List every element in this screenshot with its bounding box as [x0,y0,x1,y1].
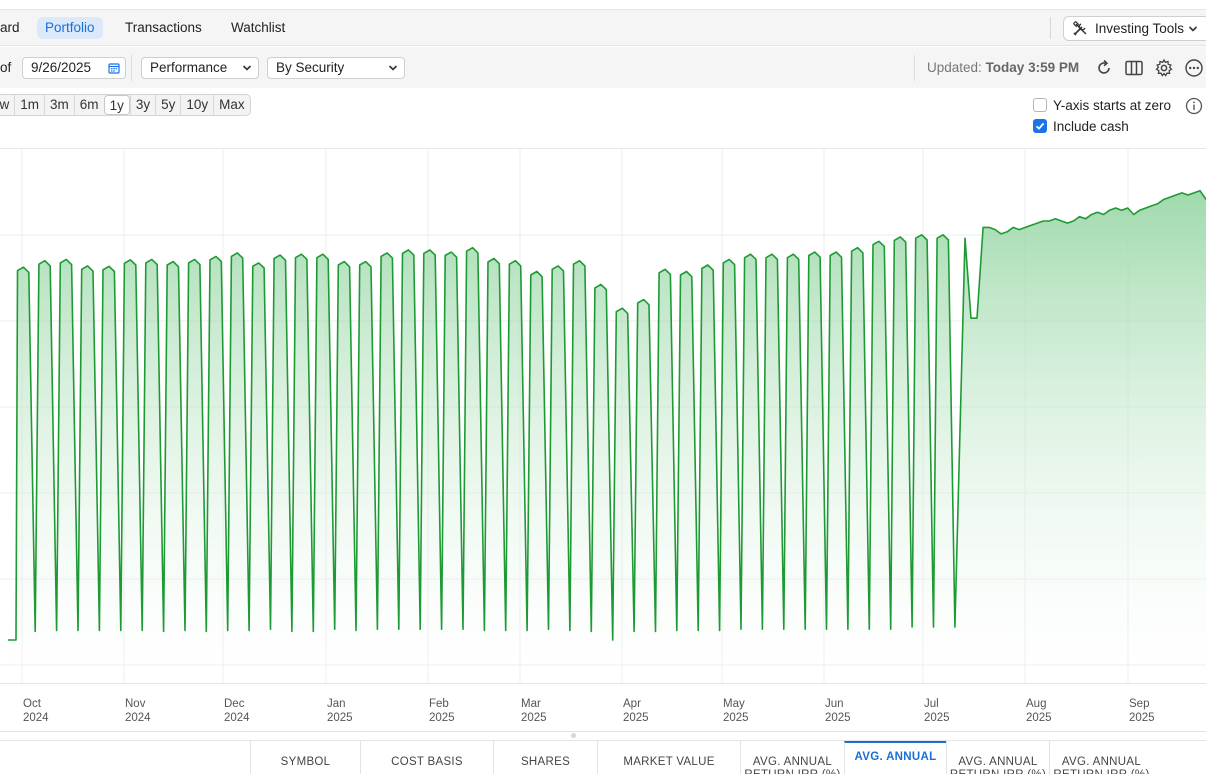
investing-tools-label: Investing Tools [1095,21,1185,36]
tab-portfolio[interactable]: Portfolio [37,17,103,39]
x-tick-year: 2024 [23,712,49,724]
x-tick-year: 2025 [1129,712,1155,724]
column-header[interactable]: MARKET VALUE [597,741,740,774]
holdings-table-header: SYMBOL COST BASIS SHARES MARKET VALUE AVG. A… [0,740,1206,774]
date-value: 9/26/2025 [31,60,92,75]
x-tick-label: Dec [224,698,245,710]
column-header[interactable]: SHARES [493,741,597,774]
series-area [8,190,1206,683]
x-tick-year: 2024 [224,712,250,724]
view-select-value: Performance [150,60,228,75]
x-tick-label: Oct [23,698,42,710]
x-tick-year: 2025 [825,712,851,724]
column-header[interactable]: COST BASIS [360,741,493,774]
toolbar: of 9/26/2025 Performance By Security Upd… [0,47,1206,88]
column-header[interactable]: AVG. ANNUAL RETURN IRR (%) [1049,741,1153,774]
x-tick-label: Apr [623,698,641,710]
range-10y[interactable]: 10y [180,95,213,115]
x-tick-year: 2025 [327,712,353,724]
include-cash-checkbox[interactable] [1033,119,1047,133]
gear-icon[interactable] [1154,58,1174,78]
x-tick-year: 2025 [924,712,950,724]
x-tick-label: May [723,698,745,710]
tab-transactions[interactable]: Transactions [117,17,210,39]
as-of-label: of [0,60,12,75]
tab-watchlist[interactable]: Watchlist [223,17,293,39]
range-3m[interactable]: 3m [44,95,74,115]
refresh-icon[interactable] [1094,58,1114,78]
columns-icon[interactable] [1124,58,1144,78]
column-header[interactable]: AVG. ANNUAL RETURN IRR (%) [740,741,844,774]
updated-status: Updated: Today 3:59 PM [927,60,1079,75]
range-Max[interactable]: Max [213,95,250,115]
toolbar-separator [131,55,132,81]
split-divider [0,731,1206,732]
range-6m[interactable]: 6m [73,95,104,115]
investing-tools-button[interactable]: Investing Tools [1063,16,1206,41]
updated-label: Updated: [927,60,982,75]
tools-icon [1073,20,1087,36]
resize-handle[interactable] [571,733,576,738]
x-tick-year: 2025 [623,712,649,724]
range-3y[interactable]: 3y [129,95,155,115]
x-tick-label: Jan [327,698,346,710]
checkmark-icon [1035,122,1045,130]
group-select-value: By Security [276,60,345,75]
range-1m[interactable]: 1m [14,95,44,115]
column-header[interactable]: SYMBOL [250,741,360,774]
x-tick-year: 2025 [723,712,749,724]
x-tick-label: Nov [125,698,146,710]
x-tick-year: 2024 [125,712,151,724]
group-select[interactable]: By Security [267,57,405,79]
x-tick-label: Sep [1129,698,1149,710]
y-axis-zero-option[interactable]: Y-axis starts at zero [1033,96,1171,114]
range-selector: 1w1m3m6m1y3y5y10yMax [0,94,251,116]
more-icon[interactable] [1184,58,1204,78]
chart-svg: Oct 2024 Nov 2024 Dec 2024 Jan 2025 Feb 2025 Mar 20… [0,148,1206,724]
toolbar-separator [914,55,915,81]
x-tick-label: Aug [1026,698,1046,710]
x-tick-label: Feb [429,698,449,710]
updated-value: Today 3:59 PM [985,60,1080,75]
calendar-icon[interactable] [108,62,120,74]
chevron-down-icon [1188,25,1198,32]
tab-divider [1050,17,1051,39]
include-cash-label: Include cash [1053,118,1129,134]
include-cash-option[interactable]: Include cash [1033,117,1129,135]
x-tick-year: 2025 [521,712,547,724]
tab-dashboard[interactable]: ard [0,17,28,39]
chevron-down-icon [242,65,252,71]
y-axis-zero-checkbox[interactable] [1033,98,1047,112]
column-header[interactable]: AVG. ANNUAL RETURN IRR (%) [946,741,1049,774]
range-1w[interactable]: 1w [0,95,14,115]
x-tick-year: 2025 [1026,712,1052,724]
view-select[interactable]: Performance [141,57,259,79]
range-1y[interactable]: 1y [103,95,130,115]
chevron-down-icon [388,65,398,71]
date-field[interactable]: 9/26/2025 [22,57,126,79]
performance-chart[interactable]: Oct 2024 Nov 2024 Dec 2024 Jan 2025 Feb 2025 Mar 20… [0,148,1206,730]
top-strip [0,0,1206,10]
info-icon[interactable] [1185,97,1203,115]
x-tick-label: Mar [521,698,541,710]
range-5y[interactable]: 5y [155,95,180,115]
column-header[interactable]: AVG. ANNUAL [844,741,946,774]
tab-bar: ard Portfolio Transactions Watchlist Inv… [0,10,1206,46]
y-axis-zero-label: Y-axis starts at zero [1053,97,1172,113]
x-tick-label: Jul [924,698,939,710]
x-tick-year: 2025 [429,712,455,724]
x-tick-label: Jun [825,698,844,710]
